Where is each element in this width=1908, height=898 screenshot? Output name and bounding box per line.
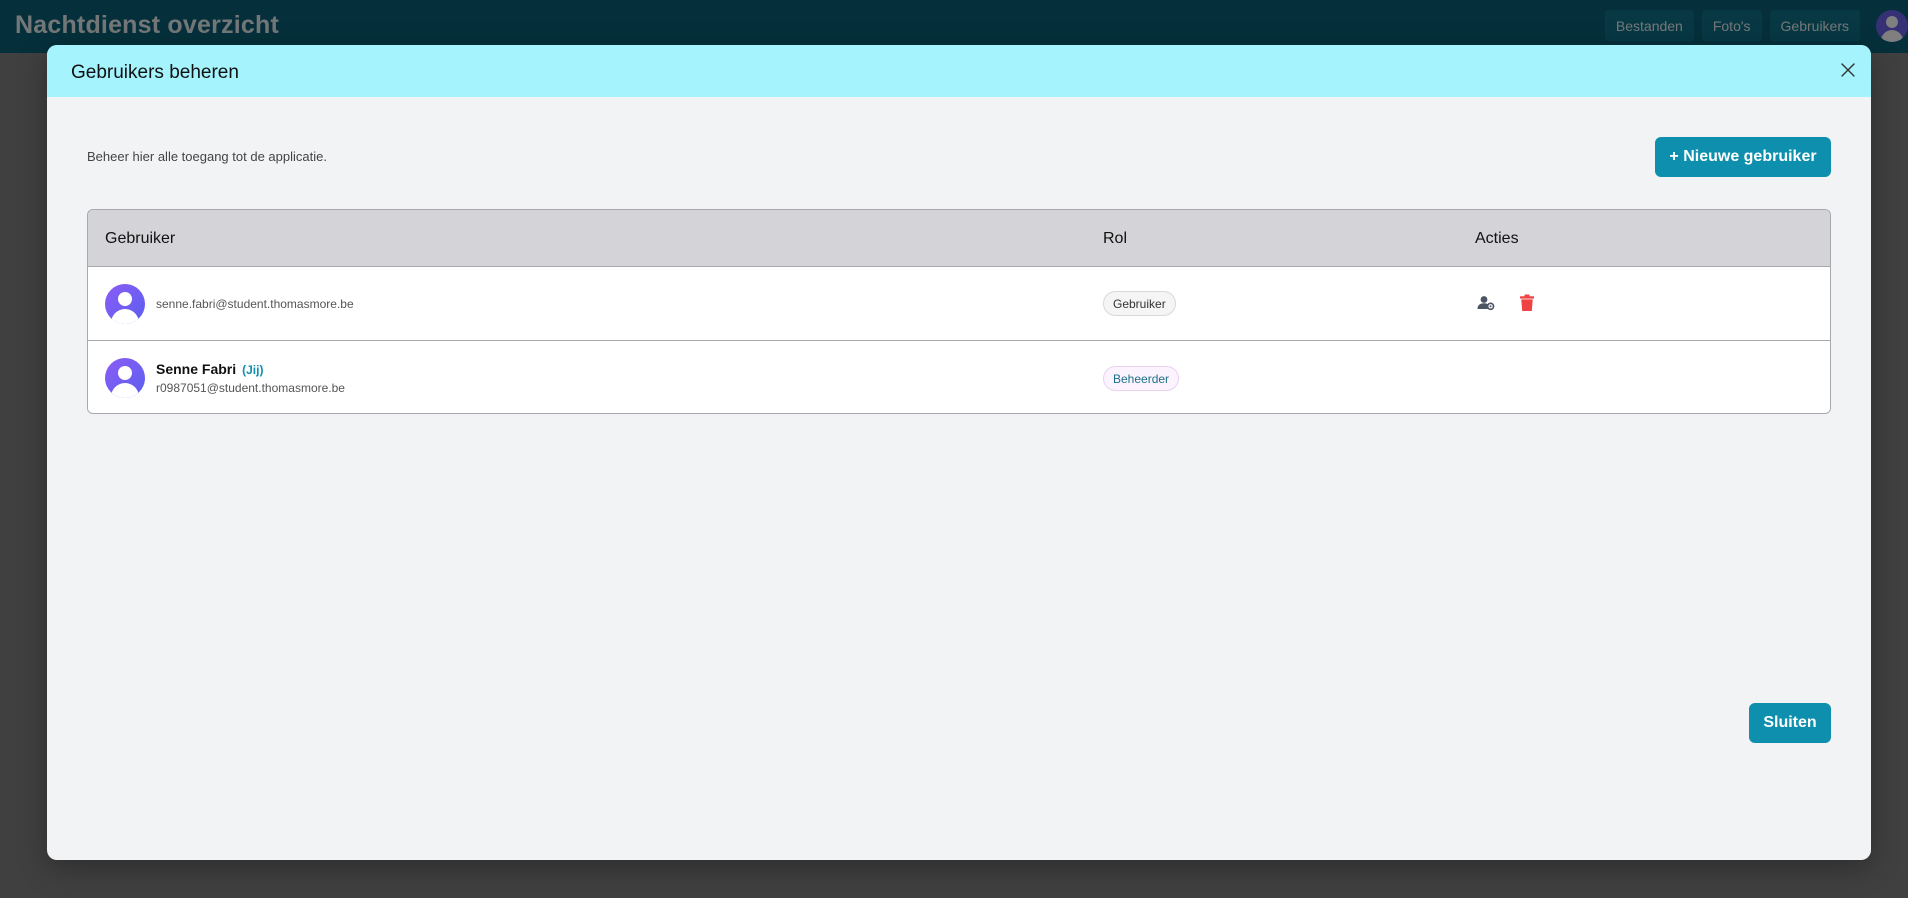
user-avatar-icon xyxy=(105,358,145,398)
table-row: senne.fabri@student.thomasmore.be Gebrui… xyxy=(88,267,1830,340)
current-user-tag: (Jij) xyxy=(242,363,264,377)
column-header-actions: Acties xyxy=(1475,230,1519,247)
new-user-button[interactable]: + Nieuwe gebruiker xyxy=(1655,137,1831,177)
modal-title: Gebruikers beheren xyxy=(71,62,239,83)
user-name-line: Senne Fabri (Jij) xyxy=(156,361,263,377)
close-icon[interactable] xyxy=(1837,59,1859,81)
user-avatar-icon xyxy=(105,284,145,324)
table-row: Senne Fabri (Jij) r0987051@student.thomas… xyxy=(88,340,1830,413)
intro-text: Beheer hier alle toegang tot de applicat… xyxy=(87,149,327,164)
trash-icon[interactable] xyxy=(1517,293,1537,313)
role-badge: Gebruiker xyxy=(1103,291,1176,316)
modal-header: Gebruikers beheren xyxy=(47,45,1871,97)
close-button[interactable]: Sluiten xyxy=(1749,703,1831,743)
users-table: Gebruiker Rol Acties senne.fabri@student… xyxy=(87,209,1831,414)
user-email: r0987051@student.thomasmore.be xyxy=(156,381,345,395)
column-header-role: Rol xyxy=(1103,230,1128,247)
column-header-user: Gebruiker xyxy=(105,230,176,247)
users-modal: Gebruikers beheren Beheer hier alle toeg… xyxy=(47,45,1871,860)
user-cog-icon[interactable] xyxy=(1476,293,1496,313)
table-header: Gebruiker Rol Acties xyxy=(88,210,1830,267)
user-email: senne.fabri@student.thomasmore.be xyxy=(156,297,354,311)
user-name: Senne Fabri xyxy=(156,361,237,377)
role-badge: Beheerder xyxy=(1103,366,1180,391)
